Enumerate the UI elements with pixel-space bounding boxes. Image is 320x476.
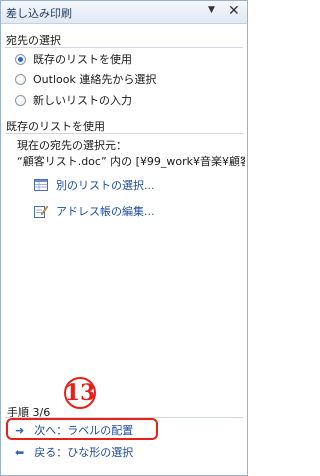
current-source-label: 現在の宛先の選択元： (17, 139, 127, 152)
radio-button[interactable] (15, 94, 26, 106)
pane-title: 差し込み印刷 (6, 7, 72, 20)
arrow-right-icon: ➜ (15, 423, 25, 437)
divider (5, 47, 243, 48)
radio-label: Outlook 連絡先から選択 (33, 73, 157, 86)
destination-heading: 宛先の選択 (6, 34, 61, 47)
pane-options-dropdown-icon[interactable]: ▼ (208, 5, 215, 15)
radio-label: 新しいリストの入力 (33, 94, 132, 107)
radio-label: 既存のリストを使用 (33, 53, 132, 66)
radio-button[interactable] (15, 73, 26, 85)
radio-button-selected[interactable] (15, 53, 26, 65)
radio-use-existing-list[interactable]: 既存のリストを使用 (15, 51, 132, 67)
radio-outlook-contacts[interactable]: Outlook 連絡先から選択 (15, 71, 156, 87)
edit-address-book-link[interactable]: アドレス帳の編集... (34, 203, 155, 219)
list-icon (34, 178, 48, 192)
next-step-link[interactable]: ➜ 次へ：ラベルの配置 (15, 422, 133, 438)
arrow-left-icon: ⬅ (15, 445, 25, 459)
current-source-path: “顧客リスト.doc” 内の [¥99_work¥音楽¥顧客リ (17, 155, 245, 168)
radio-new-list[interactable]: 新しいリストの入力 (15, 92, 132, 108)
existing-list-heading: 既存のリストを使用 (6, 120, 105, 133)
previous-step-label[interactable]: 戻る：ひな形の選択 (34, 444, 133, 460)
link-label[interactable]: 別のリストの選択... (56, 177, 155, 193)
select-other-list-link[interactable]: 別のリストの選択... (34, 177, 155, 193)
next-step-label[interactable]: 次へ：ラベルの配置 (34, 422, 133, 438)
edit-pencil-icon (34, 204, 49, 218)
annotation-circled-number: 13 (64, 377, 96, 409)
link-label[interactable]: アドレス帳の編集... (56, 203, 155, 219)
previous-step-link[interactable]: ⬅ 戻る：ひな形の選択 (15, 444, 133, 460)
mail-merge-task-pane: 差し込み印刷 ▼ ✕ 宛先の選択 既存のリストを使用 Outlook 連絡先から… (0, 0, 248, 476)
divider (5, 133, 243, 134)
pane-titlebar: 差し込み印刷 ▼ ✕ (1, 1, 247, 24)
pane-close-icon[interactable]: ✕ (228, 3, 240, 19)
